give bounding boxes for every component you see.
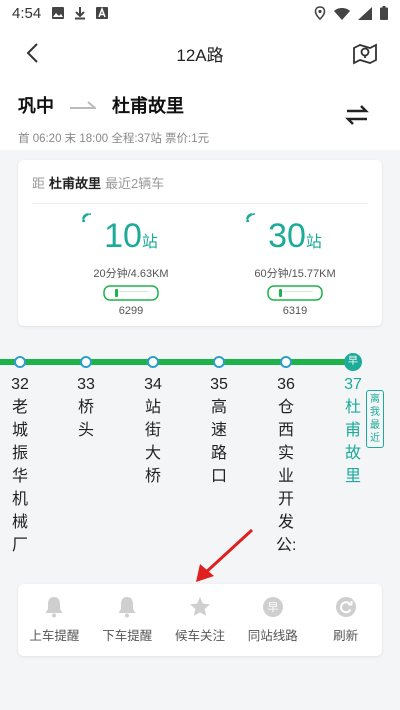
location-icon: [314, 6, 326, 20]
nav-bar: 12A路: [0, 30, 400, 76]
bus-icon: [103, 285, 159, 301]
status-time: 4:54: [12, 4, 42, 22]
route-header: 巩中 杜甫故里 首 06:20 末 18:00 全程:37站 票价:1元: [18, 92, 382, 146]
current-stop-marker[interactable]: 早: [344, 353, 362, 371]
wifi-icon: [334, 7, 350, 20]
map-location-icon[interactable]: [352, 40, 378, 66]
bus-eta: 60分钟/15.77KM: [254, 268, 336, 280]
bottom-spacer: [0, 700, 400, 710]
stop-dot[interactable]: [213, 356, 225, 368]
realtime-signal-icon: [246, 213, 256, 223]
nearest-to-me-badge: 离我最近: [366, 390, 384, 448]
stop-dot[interactable]: [147, 356, 159, 368]
refresh-icon: [335, 597, 356, 617]
star-icon: [189, 597, 210, 616]
same-stop-lines-button[interactable]: 早 同站线路: [236, 584, 309, 656]
bus-item[interactable]: 30站 60分钟/15.77KM 6319: [240, 213, 350, 317]
route-info: 首 06:20 末 18:00 全程:37站 票价:1元: [18, 133, 210, 145]
station-item-current[interactable]: 37 杜甫故里: [343, 373, 363, 488]
bus-stations-away: 10站: [104, 217, 158, 255]
station-item[interactable]: 34 站街大桥: [143, 373, 163, 488]
svg-text:早: 早: [267, 601, 278, 614]
station-item[interactable]: 32 老城振华机械厂: [10, 373, 30, 557]
bus-icon: [267, 285, 323, 301]
annotation-arrow-icon: [196, 528, 254, 582]
refresh-button[interactable]: 刷新: [309, 584, 382, 656]
bottom-toolbar: 上车提醒 下车提醒 候车关注 早 同站线路 刷新: [18, 584, 382, 656]
page-title: 12A路: [176, 45, 224, 65]
image-icon: [52, 7, 65, 19]
watch-bus-button[interactable]: 候车关注: [164, 584, 237, 656]
direction-arrow-icon: [70, 101, 96, 109]
bus-eta: 20分钟/4.63KM: [93, 268, 169, 280]
status-bar: 4:54: [0, 0, 400, 26]
station-item[interactable]: 36 仓西实业开发公:: [276, 373, 296, 557]
early-bus-icon: 早: [262, 597, 283, 617]
stop-dot[interactable]: [280, 356, 292, 368]
bus-item[interactable]: 10站 20分钟/4.63KM 6299: [76, 213, 186, 317]
bell-icon: [45, 597, 63, 618]
bus-stations-away: 30站: [268, 217, 322, 255]
battery-icon: [380, 6, 388, 20]
bus-plate: 6319: [282, 305, 308, 317]
signal-icon: [358, 6, 372, 20]
stop-dot[interactable]: [14, 356, 26, 368]
nearest-buses-card: 距杜甫故里 最近2辆车 10站 20分钟/4.63KM 6299 30站 60分钟…: [18, 160, 382, 326]
bus-plate: 6299: [118, 305, 144, 317]
stop-dot[interactable]: [80, 356, 92, 368]
card-header: 距杜甫故里 最近2辆车: [32, 160, 368, 204]
alighting-reminder-button[interactable]: 下车提醒: [91, 584, 164, 656]
station-item[interactable]: 33 桥头: [76, 373, 96, 442]
font-a-icon: [96, 6, 109, 19]
station-item[interactable]: 35 高速路口: [209, 373, 229, 488]
card-destination: 杜甫故里: [49, 176, 102, 191]
boarding-reminder-button[interactable]: 上车提醒: [18, 584, 91, 656]
realtime-signal-icon: [82, 213, 92, 223]
download-icon: [75, 7, 86, 20]
route-to: 杜甫故里: [112, 96, 184, 116]
bell-icon: [118, 597, 136, 618]
swap-direction-icon[interactable]: [344, 104, 370, 126]
route-line: [0, 359, 360, 365]
back-icon[interactable]: [20, 40, 46, 66]
route-from: 巩中: [18, 96, 54, 116]
